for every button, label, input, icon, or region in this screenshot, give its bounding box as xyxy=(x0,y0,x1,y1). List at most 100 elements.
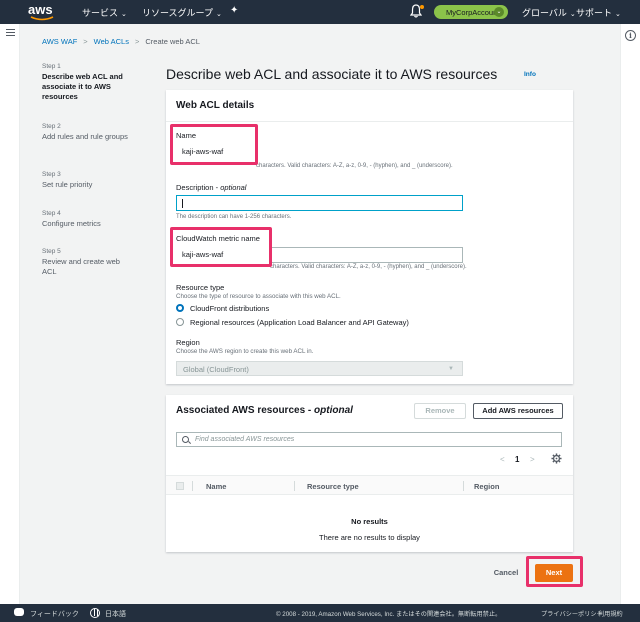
resource-groups-label: リソースグループ xyxy=(142,8,214,18)
breadcrumb-separator: > xyxy=(134,37,140,46)
description-hint: The description can have 1-256 character… xyxy=(176,214,292,220)
resource-groups-menu[interactable]: リソースグループ ⌄ xyxy=(142,6,222,19)
radio-regional[interactable] xyxy=(176,318,184,326)
wizard-step-2: Step 2 Add rules and rule groups xyxy=(42,123,132,142)
step-name: Review and create web ACL xyxy=(42,257,120,276)
footer: フィードバック 日本語 © 2008 - 2019, Amazon Web Se… xyxy=(0,604,640,622)
globe-icon xyxy=(90,608,100,618)
resource-type-label: Resource type xyxy=(176,283,225,292)
wizard-step-5: Step 5 Review and create web ACL xyxy=(42,248,132,277)
info-link[interactable]: Info xyxy=(524,71,536,78)
step-number: Step 5 xyxy=(42,248,61,255)
aws-smile-icon xyxy=(30,16,54,21)
radio-cloudfront-label[interactable]: CloudFront distributions xyxy=(190,304,269,313)
previous-page-icon[interactable]: < xyxy=(500,455,505,464)
empty-state-title: No results xyxy=(351,517,388,526)
resource-search-input[interactable]: Find associated AWS resources xyxy=(176,432,562,447)
gear-icon[interactable] xyxy=(551,453,562,464)
side-menu-strip xyxy=(0,24,20,604)
panel-header: Web ACL details xyxy=(166,90,573,122)
description-label: Description - optional xyxy=(176,183,247,192)
language-selector[interactable]: 日本語 xyxy=(105,609,126,619)
metric-input-border xyxy=(270,247,463,263)
step-name: Add rules and rule groups xyxy=(42,132,128,141)
chevron-down-icon: ⌄ xyxy=(569,11,576,18)
breadcrumb: AWS WAF > Web ACLs > Create web ACL xyxy=(42,37,200,46)
services-label: サービス xyxy=(82,8,119,18)
chevron-down-icon: ⌄ xyxy=(494,7,504,17)
aws-logo-text: aws xyxy=(28,2,53,17)
breadcrumb-aws-waf[interactable]: AWS WAF xyxy=(42,37,77,46)
name-highlight-box xyxy=(170,124,258,165)
region-select-value: Global (CloudFront) xyxy=(183,365,249,374)
region-select: Global (CloudFront) ▼ xyxy=(176,361,463,376)
add-aws-resources-button[interactable]: Add AWS resources xyxy=(473,403,563,419)
resources-table-header: Name Resource type Region xyxy=(166,475,573,495)
chevron-down-icon: ⌄ xyxy=(121,11,127,18)
search-placeholder: Find associated AWS resources xyxy=(195,436,295,443)
account-menu[interactable]: MyCorpAccount ⌄ xyxy=(434,5,508,19)
account-name: MyCorpAccount xyxy=(446,8,500,17)
region-label: グローバル xyxy=(522,8,567,18)
region-field-hint: Choose the AWS region to create this web… xyxy=(176,348,314,355)
aws-logo[interactable]: aws xyxy=(28,2,58,22)
caret-down-icon: ▼ xyxy=(448,366,454,372)
hamburger-menu-icon[interactable] xyxy=(6,29,15,36)
current-page-number[interactable]: 1 xyxy=(515,455,519,464)
page-title: Describe web ACL and associate it to AWS… xyxy=(166,66,498,82)
remove-button[interactable]: Remove xyxy=(414,403,466,419)
breadcrumb-web-acls[interactable]: Web ACLs xyxy=(94,37,129,46)
empty-state-subtitle: There are no results to display xyxy=(319,533,420,542)
support-menu[interactable]: サポート ⌄ xyxy=(576,6,621,19)
description-input[interactable] xyxy=(176,195,463,211)
column-region[interactable]: Region xyxy=(474,482,499,491)
region-menu[interactable]: グローバル ⌄ xyxy=(522,6,576,19)
wizard-step-3: Step 3 Set rule priority xyxy=(42,171,132,190)
text-cursor xyxy=(182,199,183,208)
metric-hint: characters. Valid characters: A-Z, a-z, … xyxy=(270,264,467,270)
radio-regional-label[interactable]: Regional resources (Application Load Bal… xyxy=(190,318,409,327)
step-number: Step 3 xyxy=(42,171,61,178)
region-field-label: Region xyxy=(176,338,200,347)
step-number: Step 2 xyxy=(42,123,61,130)
chevron-down-icon: ⌄ xyxy=(615,11,621,18)
panel-title-text: Associated AWS resources xyxy=(176,405,306,416)
support-label: サポート xyxy=(576,8,613,18)
feedback-link[interactable]: フィードバック xyxy=(30,609,79,619)
pin-icon[interactable]: ✦ xyxy=(230,5,238,16)
services-menu[interactable]: サービス ⌄ xyxy=(82,6,127,19)
optional-tag: optional xyxy=(314,405,353,416)
notification-dot xyxy=(420,5,424,9)
column-resource-type[interactable]: Resource type xyxy=(307,482,359,491)
description-label-text: Description xyxy=(176,183,214,192)
terms-link[interactable]: 利用規約 xyxy=(598,609,623,618)
column-divider xyxy=(294,481,295,491)
name-hint: characters. Valid characters: A-Z, a-z, … xyxy=(256,163,453,169)
column-divider xyxy=(463,481,464,491)
copyright-text: © 2008 - 2019, Amazon Web Services, Inc.… xyxy=(276,611,502,618)
step-name: Describe web ACL and associate it to AWS… xyxy=(42,72,123,101)
help-panel-strip: i xyxy=(620,24,640,604)
metric-highlight-box xyxy=(170,227,272,267)
breadcrumb-current: Create web ACL xyxy=(145,37,200,46)
step-name: Set rule priority xyxy=(42,180,93,189)
web-acl-details-panel: Web ACL details Name kaji-aws-waf charac… xyxy=(166,90,573,384)
next-page-icon[interactable]: > xyxy=(530,455,535,464)
next-highlight-box xyxy=(526,556,583,587)
privacy-policy-link[interactable]: プライバシーポリシー xyxy=(541,609,603,618)
panel-title: Associated AWS resources - optional xyxy=(176,405,353,416)
chevron-down-icon: ⌄ xyxy=(216,11,222,18)
resource-type-hint: Choose the type of resource to associate… xyxy=(176,293,341,300)
radio-cloudfront[interactable] xyxy=(176,304,184,312)
select-all-checkbox xyxy=(176,482,184,490)
chat-bubble-icon xyxy=(14,608,24,616)
step-name: Configure metrics xyxy=(42,219,101,228)
step-number: Step 4 xyxy=(42,210,61,217)
top-navigation: aws サービス ⌄ リソースグループ ⌄ ✦ MyCorpAccount ⌄ グロ… xyxy=(0,0,640,24)
column-name[interactable]: Name xyxy=(206,482,226,491)
cancel-button[interactable]: Cancel xyxy=(486,566,526,582)
column-divider xyxy=(192,481,193,491)
info-circle-icon[interactable]: i xyxy=(625,30,636,41)
panel-title: Web ACL details xyxy=(176,100,255,111)
wizard-step-1: Step 1 Describe web ACL and associate it… xyxy=(42,63,132,102)
